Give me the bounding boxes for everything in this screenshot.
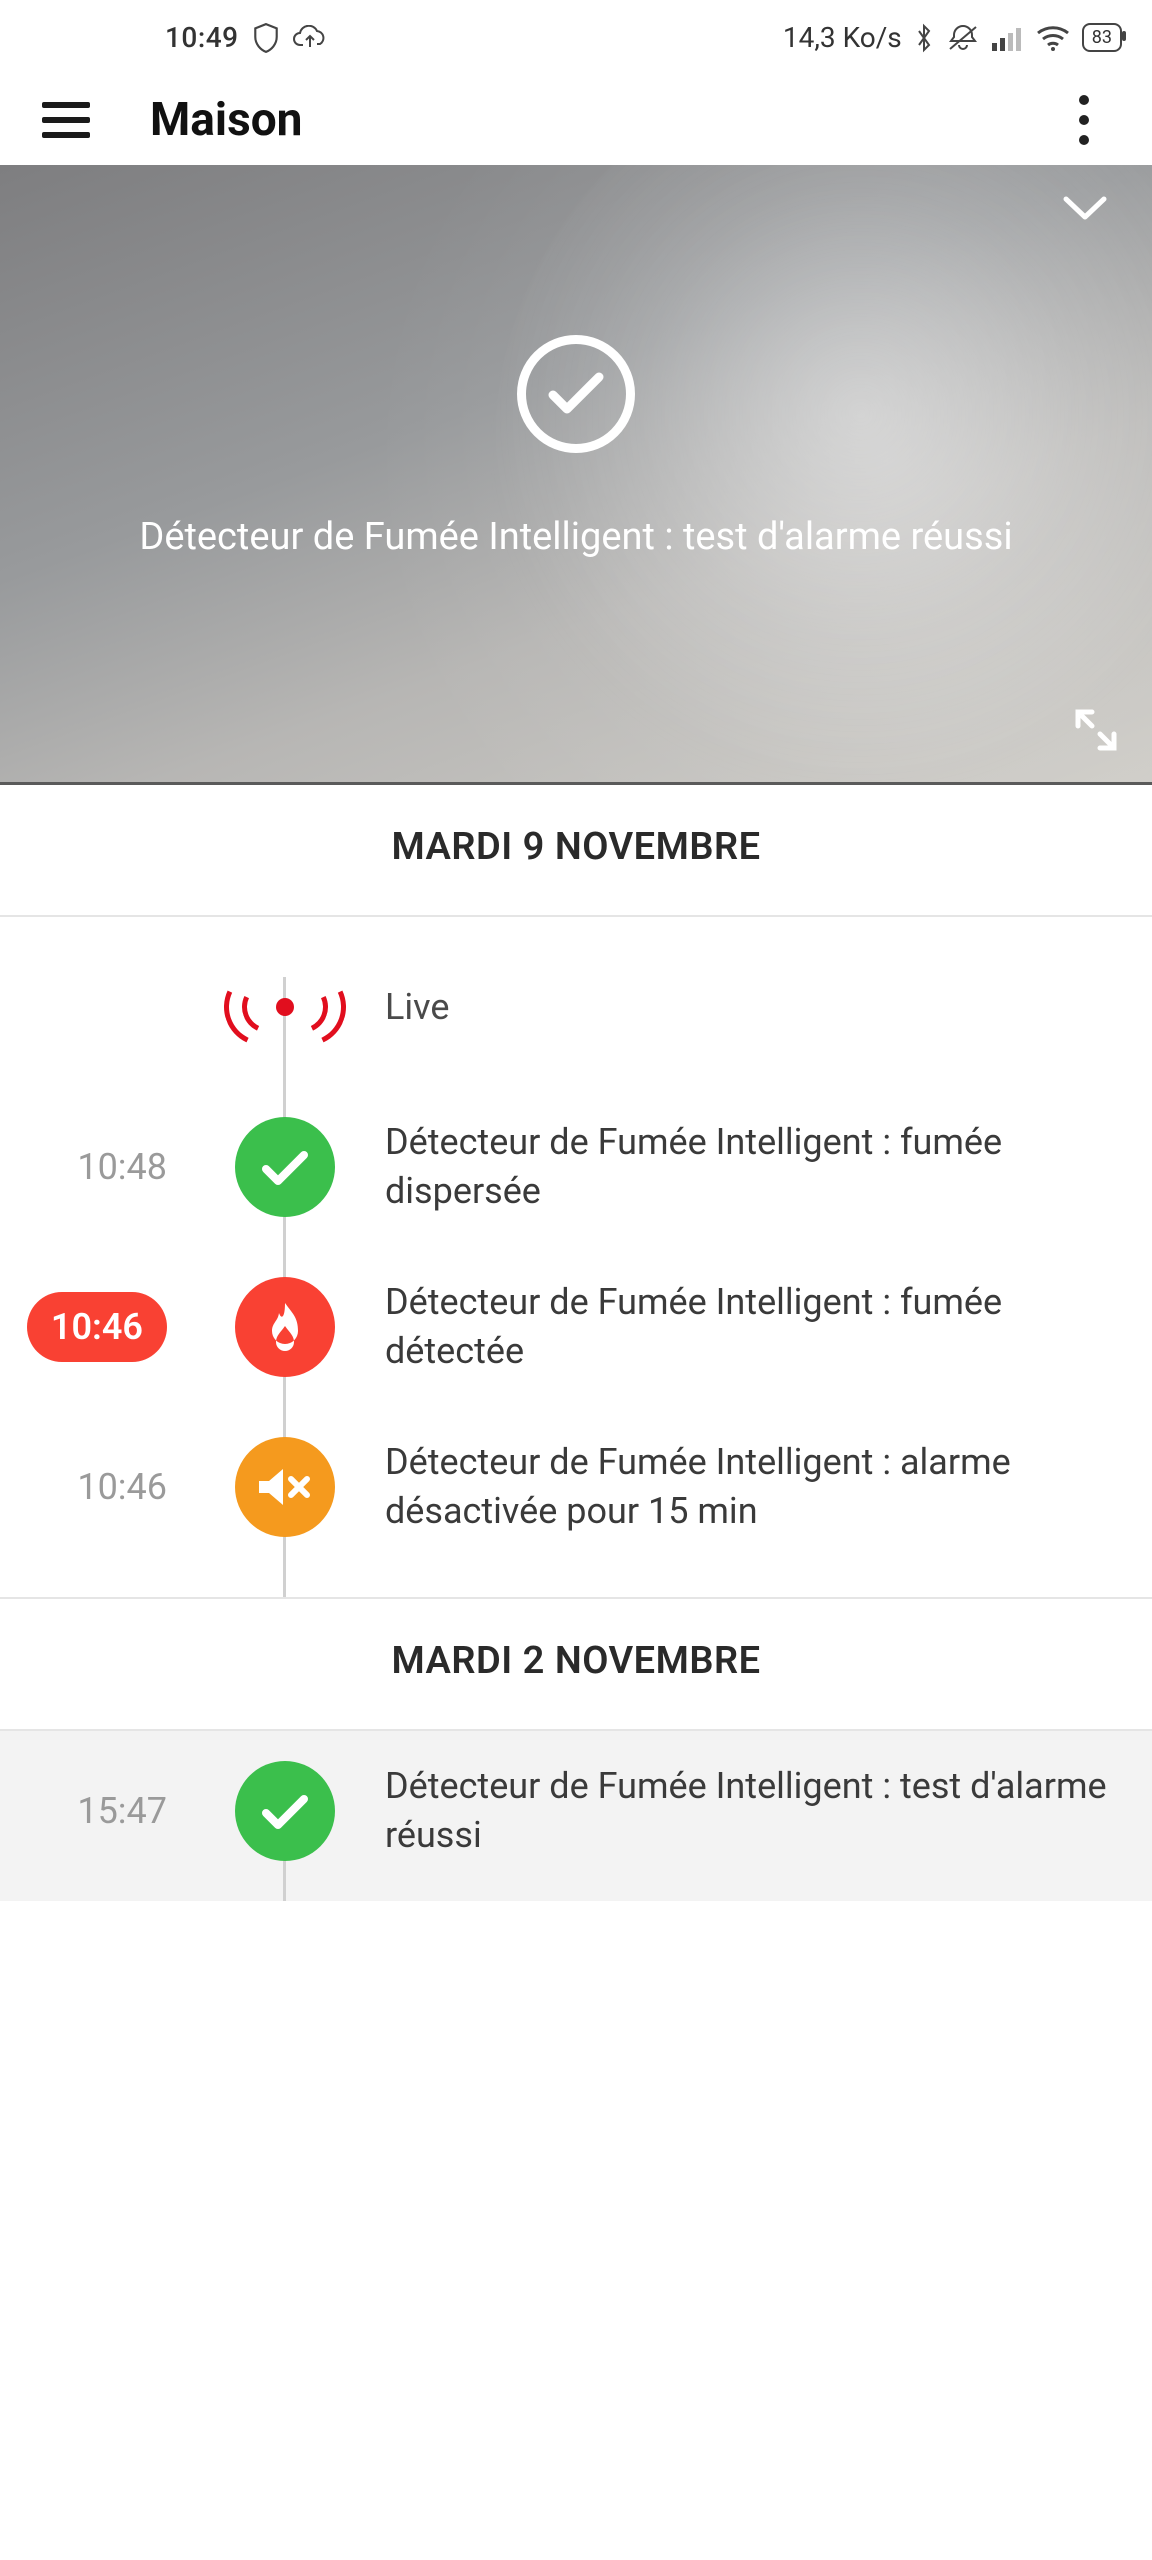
date-header: MARDI 9 NOVEMBRE	[0, 785, 1152, 917]
timeline-row-live[interactable]: Live	[0, 917, 1152, 1087]
event-time: 15:47	[0, 1790, 195, 1832]
signal-icon	[992, 25, 1024, 51]
cloud-upload-icon	[293, 25, 327, 51]
timeline: Live 10:48 Détecteur de Fumée Intelligen…	[0, 917, 1152, 1597]
bluetooth-icon	[914, 23, 934, 53]
app-bar: Maison	[0, 75, 1152, 165]
timeline-row[interactable]: 15:47 Détecteur de Fumée Intelligent : t…	[0, 1731, 1152, 1891]
battery-icon: 83	[1082, 23, 1122, 52]
fire-icon	[235, 1277, 335, 1377]
check-icon	[235, 1761, 335, 1861]
mute-icon	[235, 1437, 335, 1537]
page-title: Maison	[150, 93, 302, 147]
timeline-row[interactable]: 10:48 Détecteur de Fumée Intelligent : f…	[0, 1087, 1152, 1247]
event-label: Détecteur de Fumée Intelligent : fumée d…	[375, 1118, 1112, 1215]
shield-icon	[253, 23, 279, 53]
more-options-button[interactable]	[1064, 95, 1104, 145]
event-label: Détecteur de Fumée Intelligent : alarme …	[375, 1438, 1112, 1535]
event-time: 10:48	[0, 1146, 195, 1188]
check-icon	[235, 1117, 335, 1217]
timeline: 15:47 Détecteur de Fumée Intelligent : t…	[0, 1731, 1152, 1901]
wifi-icon	[1036, 25, 1070, 51]
date-header: MARDI 2 NOVEMBRE	[0, 1597, 1152, 1731]
timeline-row[interactable]: 10:46 Détecteur de Fumée Intelligent : a…	[0, 1407, 1152, 1567]
expand-icon[interactable]	[1074, 708, 1118, 756]
live-icon	[240, 977, 330, 1037]
network-speed: 14,3 Ko/s	[783, 21, 902, 54]
event-label: Détecteur de Fumée Intelligent : fumée d…	[375, 1278, 1112, 1375]
event-label: Détecteur de Fumée Intelligent : test d'…	[375, 1762, 1112, 1859]
event-time: 10:46	[0, 1466, 195, 1508]
chevron-down-icon[interactable]	[1062, 195, 1108, 227]
status-right: 14,3 Ko/s 83	[783, 21, 1122, 54]
hero-message: Détecteur de Fumée Intelligent : test d'…	[69, 509, 1082, 566]
hero-banner: Détecteur de Fumée Intelligent : test d'…	[0, 165, 1152, 785]
status-bar: 10:49 14,3 Ko/s 83	[0, 0, 1152, 75]
timeline-row[interactable]: 10:46 Détecteur de Fumée Intelligent : f…	[0, 1247, 1152, 1407]
event-time-badge: 10:46	[0, 1292, 195, 1362]
status-time: 10:49	[165, 21, 239, 54]
menu-icon[interactable]	[42, 102, 90, 138]
event-label: Live	[375, 983, 1112, 1032]
status-left: 10:49	[165, 21, 327, 54]
vibrate-icon	[946, 23, 980, 53]
status-check-icon	[517, 335, 635, 453]
